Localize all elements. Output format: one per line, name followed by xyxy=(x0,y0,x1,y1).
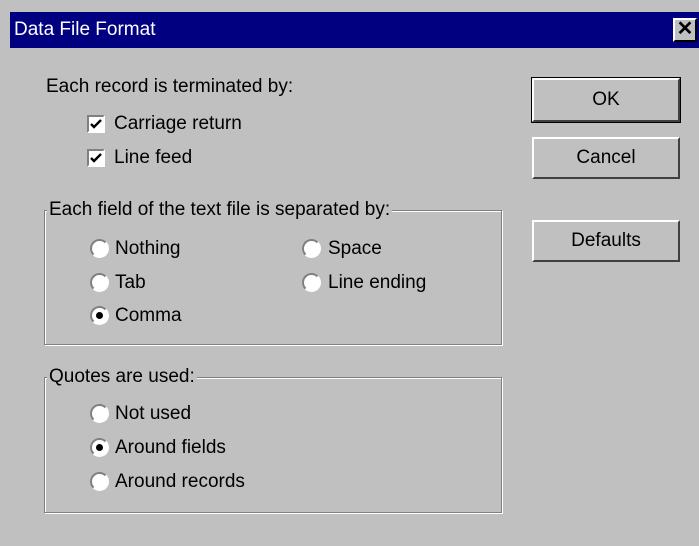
record-terminator-label: Each record is terminated by: xyxy=(46,76,294,97)
radio-tab-button[interactable] xyxy=(90,273,109,292)
ok-button[interactable]: OK xyxy=(531,77,681,123)
cancel-button[interactable]: Cancel xyxy=(532,137,680,179)
radio-nothing-button[interactable] xyxy=(90,239,109,258)
radio-space-label[interactable]: Space xyxy=(328,237,382,261)
radio-line-ending-label[interactable]: Line ending xyxy=(328,271,426,295)
radio-selected-dot xyxy=(96,444,103,451)
radio-nothing-label[interactable]: Nothing xyxy=(115,237,181,261)
carriage-return-label[interactable]: Carriage return xyxy=(114,112,242,136)
field-separator-title: Each field of the text file is separated… xyxy=(47,198,393,222)
radio-tab-label[interactable]: Tab xyxy=(115,271,146,295)
carriage-return-check-box[interactable] xyxy=(87,115,105,133)
field-separator-group: Each field of the text file is separated… xyxy=(44,198,502,345)
defaults-button[interactable]: Defaults xyxy=(532,220,680,262)
quotes-title: Quotes are used: xyxy=(47,365,197,389)
radio-around-fields-button[interactable] xyxy=(90,438,109,457)
radio-line-ending-button[interactable] xyxy=(302,273,321,292)
line-feed-label[interactable]: Line feed xyxy=(114,146,192,170)
radio-around-records-button[interactable] xyxy=(90,472,109,491)
radio-comma-button[interactable] xyxy=(90,306,109,325)
window-title: Data File Format xyxy=(14,19,156,40)
radio-selected-dot xyxy=(96,312,103,319)
line-feed-check-box[interactable] xyxy=(87,149,105,167)
checkmark-icon xyxy=(90,119,102,129)
close-button[interactable]: ✕ xyxy=(673,18,697,42)
title-bar: Data File Format ✕ xyxy=(10,12,699,48)
checkmark-icon xyxy=(90,153,102,163)
radio-not-used-button[interactable] xyxy=(90,404,109,423)
quotes-group: Quotes are used: xyxy=(44,365,502,513)
radio-around-records-label[interactable]: Around records xyxy=(115,470,245,494)
radio-comma-label[interactable]: Comma xyxy=(115,304,182,328)
radio-space-button[interactable] xyxy=(302,239,321,258)
radio-not-used-label[interactable]: Not used xyxy=(115,402,191,426)
data-file-format-dialog: Data File Format ✕ Each record is termin… xyxy=(0,0,699,546)
radio-around-fields-label[interactable]: Around fields xyxy=(115,436,226,460)
close-icon: ✕ xyxy=(676,18,694,40)
